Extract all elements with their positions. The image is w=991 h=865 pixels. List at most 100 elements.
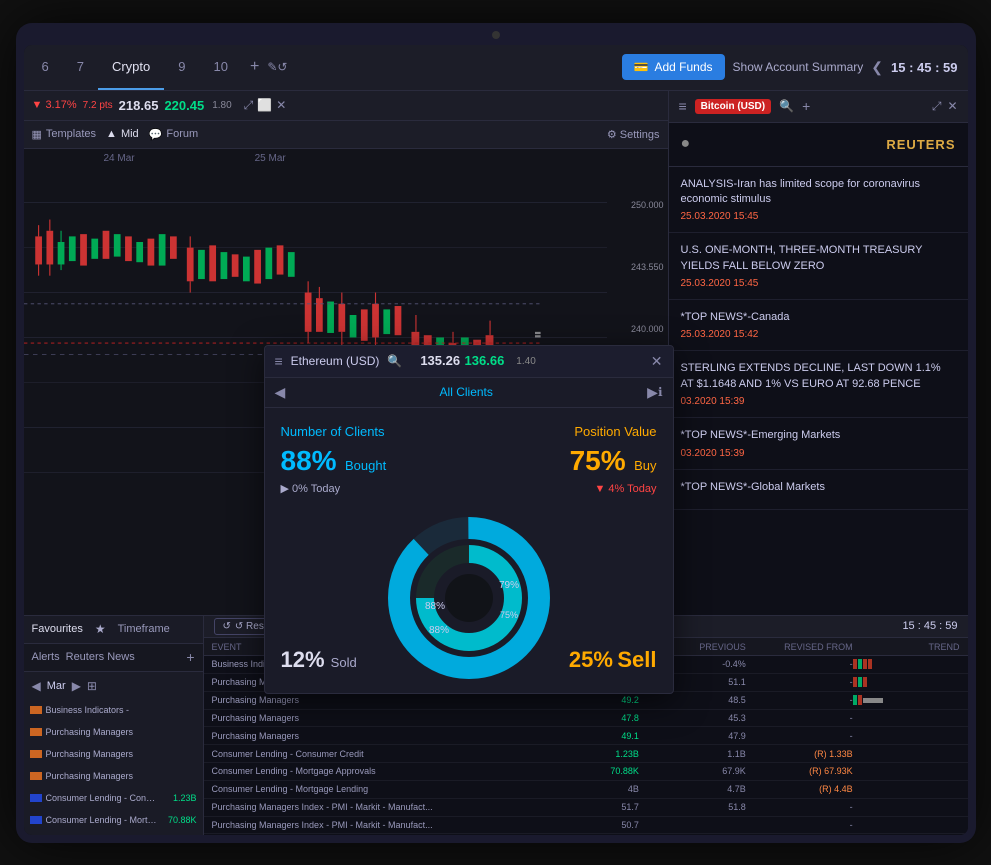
panel-expand-icon[interactable]: ⤢ [932,99,942,114]
rb-data-row-5[interactable]: Purchasing Managers 49.1 47.9 - [204,727,968,745]
panel-close-icon[interactable]: ✕ [947,99,957,113]
econ-row-4[interactable]: Purchasing Managers [24,766,203,788]
price-243: 243.550 [612,262,664,272]
all-clients-button[interactable]: All Clients [285,385,647,399]
eth-title: Ethereum (USD) [291,354,380,368]
timeframe-tab[interactable]: Timeframe [118,623,170,635]
bought-percentage: 88% [281,445,337,476]
panel-menu-icon[interactable]: ≡ [679,98,687,114]
cal-back-arrow[interactable]: ◀ [32,679,41,693]
fullscreen-icon[interactable]: ⬜ [257,98,272,113]
star-icon[interactable]: ★ [95,622,106,636]
rb-data-row-3[interactable]: Purchasing Managers 49.2 48.5 - [204,692,968,710]
tab-9[interactable]: 9 [164,45,199,90]
alerts-row: Alerts Reuters News + [24,644,203,672]
tab-crypto[interactable]: Crypto [98,45,164,90]
econ-val-6: 70.88K [159,815,197,825]
rb-data-row-10[interactable]: Purchasing Managers Index - PMI - Markit… [204,817,968,835]
eth-menu-icon[interactable]: ≡ [275,353,283,369]
news-time-5: 03.2020 15:39 [681,448,956,459]
news-item-6[interactable]: *TOP NEWS*-Global Markets [669,470,968,510]
cal-forward-arrow[interactable]: ▶ [72,679,81,693]
sold-label: Sold [331,655,357,670]
flag-1 [30,706,42,714]
eth-bid-price: 135.26 [420,353,460,368]
today-position-row: ▼ 4% Today [474,479,657,497]
news-time-4: 03.2020 15:39 [681,396,956,407]
rb-prev-5: 47.9 [639,731,746,741]
template-icon: ▦ [32,128,42,141]
add-alert-button[interactable]: + [186,649,194,665]
econ-row-7[interactable]: Consumer Lending - Mortgage Lending 4B [24,832,203,835]
chart-toolbar2: ▦ Templates ▲ Mid 💬 Forum ⚙ Settings [24,121,668,149]
panel-window-buttons: ⤢ ✕ [932,99,958,114]
econ-event-5: Consumer Lending - Consumer Credit [46,793,159,803]
expand-icon[interactable]: ⤢ [244,98,254,113]
news-item-2[interactable]: U.S. ONE-MONTH, THREE-MONTH TREASURY YIE… [669,233,968,300]
rb-data-row-6[interactable]: Consumer Lending - Consumer Credit 1.23B… [204,745,968,763]
news-item-1[interactable]: ANALYSIS-Iran has limited scope for coro… [669,167,968,234]
favourites-tab[interactable]: Favourites [32,623,83,635]
news-item-3[interactable]: *TOP NEWS*-Canada 25.03.2020 15:42 [669,300,968,351]
svg-text:88%: 88% [424,601,444,612]
alerts-label: Alerts [32,651,60,663]
rb-event-10: Purchasing Managers Index - PMI - Markit… [212,820,533,830]
rb-data-row-8[interactable]: Consumer Lending - Mortgage Lending 4B 4… [204,781,968,799]
timeframe-btn[interactable]: ▲ Mid [106,128,139,140]
nav-arrow[interactable]: ❮ [871,59,883,76]
rb-data-row-9[interactable]: Purchasing Managers Index - PMI - Markit… [204,799,968,817]
news-time-3: 25.03.2020 15:42 [681,329,956,340]
tab-6[interactable]: 6 [28,45,63,90]
reload-icon[interactable]: ↺ [277,60,287,74]
today-pct-position: ▼ 4% Today [594,483,656,495]
sell-label: Sell [617,647,656,672]
rb-event-7: Consumer Lending - Mortgage Approvals [212,766,533,776]
rb-data-row-7[interactable]: Consumer Lending - Mortgage Approvals 70… [204,763,968,781]
rb-data-row-4[interactable]: Purchasing Managers 47.8 45.3 - [204,710,968,728]
buy-stat: 75% Buy [474,445,657,477]
rb-revised-4: - [746,713,853,723]
news-add-button[interactable]: + [802,98,810,114]
econ-row-1[interactable]: Business Indicators - [24,700,203,722]
show-account-button[interactable]: Show Account Summary [733,60,864,74]
rb-forecast-5: 49.1 [532,731,639,741]
reuters-bullet-icon: ● [681,135,691,153]
news-search-icon[interactable]: 🔍 [779,99,794,113]
close-chart-icon[interactable]: ✕ [276,98,286,113]
templates-btn[interactable]: ▦ Templates [32,128,97,141]
rb-forecast-8: 4B [532,784,639,794]
news-title-4: STERLING EXTENDS DECLINE, LAST DOWN 1.1%… [681,361,956,392]
trend-seg [853,677,857,687]
tab-group: 6 7 Crypto 9 10 + ✎ ↺ [24,45,288,90]
rb-revised-9: - [746,802,853,812]
eth-search-icon[interactable]: 🔍 [387,354,402,368]
settings-btn[interactable]: ⚙ Settings [607,128,660,141]
tab-10[interactable]: 10 [200,45,242,90]
news-item-4[interactable]: STERLING EXTENDS DECLINE, LAST DOWN 1.1%… [669,351,968,418]
rb-prev-4: 45.3 [639,713,746,723]
econ-row-5[interactable]: Consumer Lending - Consumer Credit 1.23B [24,788,203,810]
rb-time: 15 : 45 : 59 [902,620,957,632]
bid-price: 218.65 [119,98,159,113]
econ-row-3[interactable]: Purchasing Managers [24,744,203,766]
eth-prev-arrow[interactable]: ◀ [275,384,286,401]
price-pts: 7.2 pts [83,100,113,111]
eth-close-button[interactable]: ✕ [651,353,663,370]
flag-4 [30,772,42,780]
econ-row-2[interactable]: Purchasing Managers [24,722,203,744]
news-title-3: *TOP NEWS*-Canada [681,310,956,325]
rb-forecast-4: 47.8 [532,713,639,723]
news-item-5[interactable]: *TOP NEWS*-Emerging Markets 03.2020 15:3… [669,418,968,469]
econ-row-6[interactable]: Consumer Lending - Mortgage Approvals 70… [24,810,203,832]
eth-next-arrow[interactable]: ▶ [647,384,658,401]
news-list: ANALYSIS-Iran has limited scope for coro… [669,167,968,615]
eth-info-icon[interactable]: ℹ [658,385,663,399]
grid-icon[interactable]: ⊞ [87,679,97,693]
rb-event-9: Purchasing Managers Index - PMI - Markit… [212,802,533,812]
add-funds-button[interactable]: 💳 Add Funds [622,54,725,80]
tab-7[interactable]: 7 [63,45,98,90]
add-tab-button[interactable]: + [242,58,267,76]
forum-btn[interactable]: 💬 Forum [149,128,198,141]
trend-seg [858,659,862,669]
edit-tab-icon[interactable]: ✎ [267,60,277,74]
